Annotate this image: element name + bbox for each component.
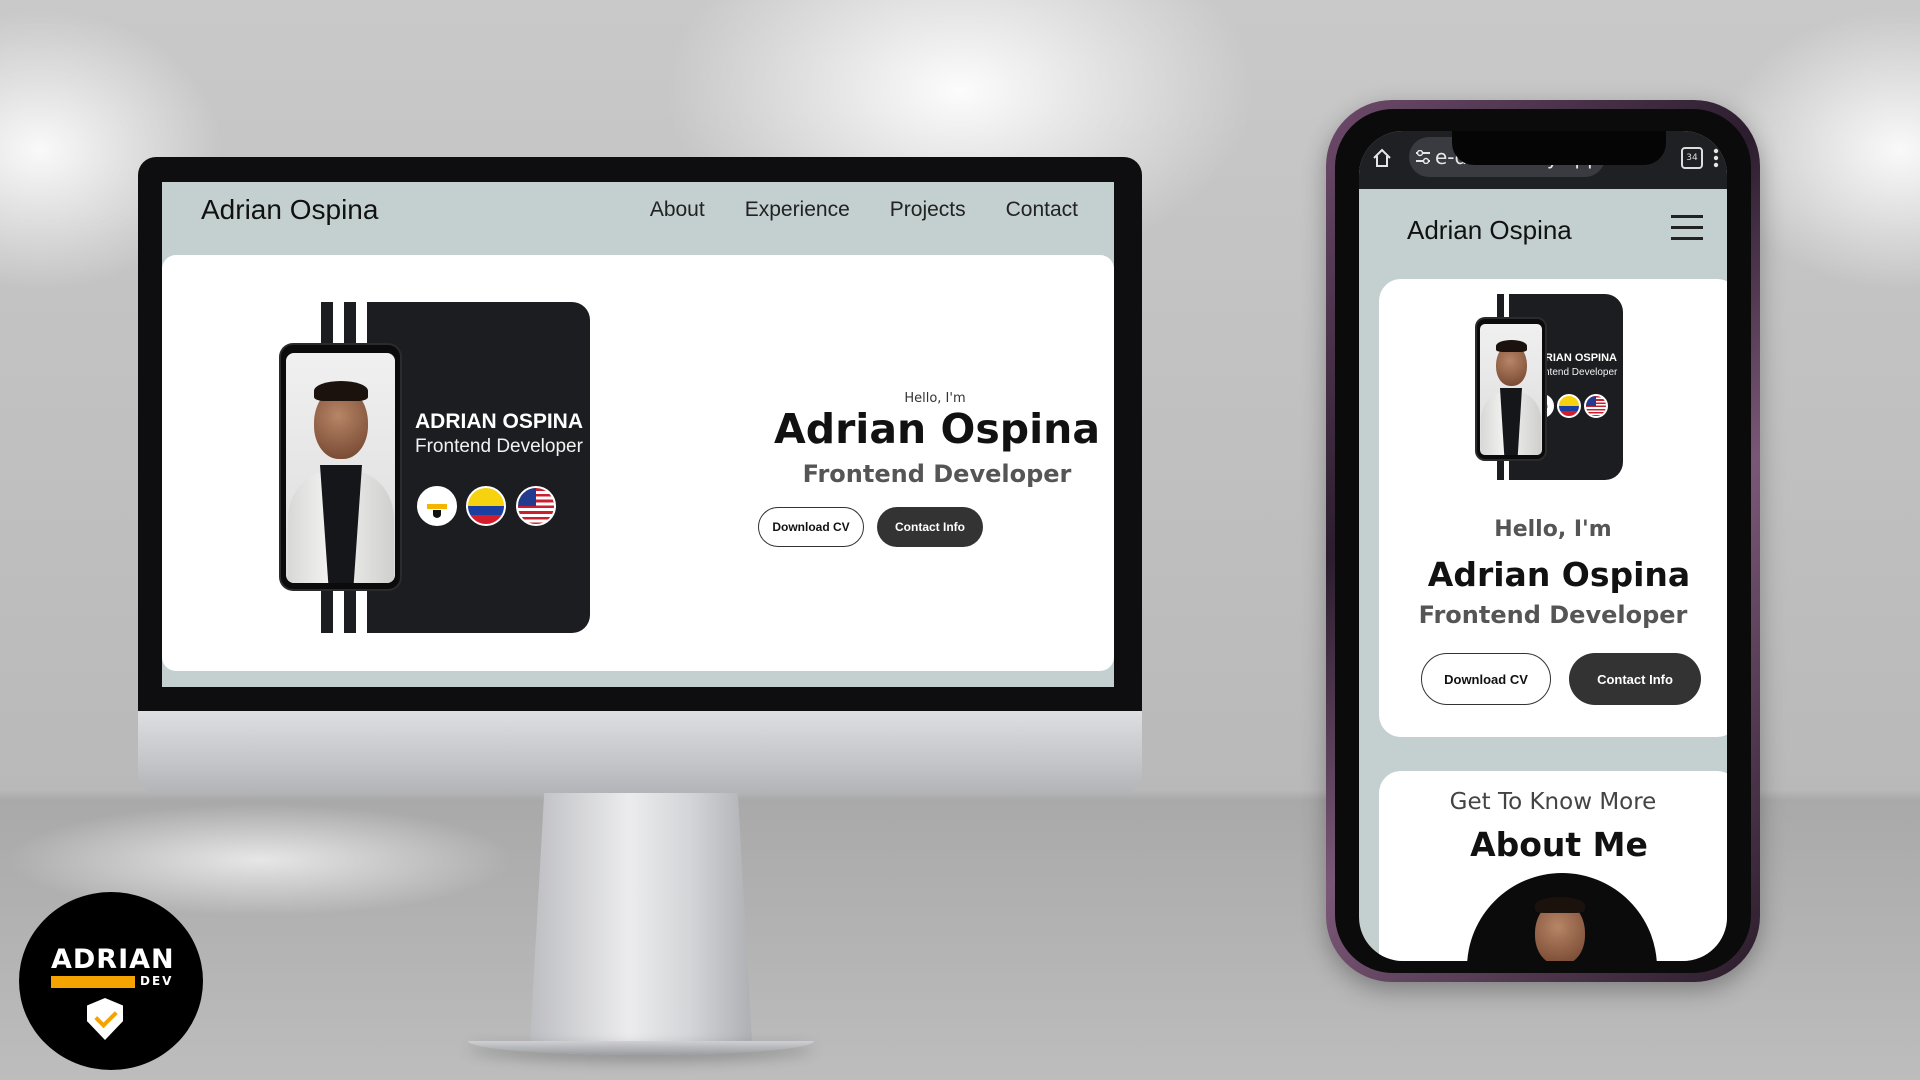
colombia-flag-icon bbox=[466, 486, 506, 526]
mobile-contact-info-button[interactable]: Contact Info bbox=[1569, 653, 1701, 705]
mobile-download-cv-button[interactable]: Download CV bbox=[1421, 653, 1551, 705]
mobile-site: e-dev.netlify.app 34 Adrian Ospina bbox=[1359, 131, 1727, 961]
more-icon[interactable] bbox=[1713, 147, 1719, 169]
hero-hello: Hello, I'm bbox=[904, 391, 966, 406]
monitor-chin bbox=[138, 711, 1142, 793]
desktop-monitor: Adrian Ospina About Experience Projects … bbox=[138, 157, 1142, 1055]
about-profile-image bbox=[1467, 873, 1657, 961]
site-settings-icon[interactable] bbox=[1415, 150, 1431, 164]
hero-title: Adrian Ospina bbox=[774, 405, 1100, 453]
hero-image-role: Frontend Developer bbox=[415, 436, 583, 457]
nav-link-about[interactable]: About bbox=[650, 198, 705, 222]
mobile-hero-title: Adrian Ospina bbox=[1427, 555, 1691, 594]
portrait-hair bbox=[1496, 340, 1527, 352]
logo-name: ADRIAN bbox=[51, 944, 175, 975]
adrian-dev-logo: ADRIAN DEV bbox=[19, 892, 203, 1070]
contact-info-button[interactable]: Contact Info bbox=[877, 507, 983, 547]
nav-link-contact[interactable]: Contact bbox=[1006, 198, 1078, 222]
desktop-site: Adrian Ospina About Experience Projects … bbox=[162, 182, 1114, 687]
mobile-hero-hello: Hello, I'm bbox=[1494, 517, 1612, 542]
desktop-navbar: Adrian Ospina About Experience Projects … bbox=[162, 182, 1114, 240]
mobile-browser-bar: e-dev.netlify.app 34 bbox=[1359, 131, 1727, 189]
colombia-flag-icon bbox=[1557, 394, 1581, 418]
usa-flag-icon bbox=[1584, 394, 1608, 418]
home-icon[interactable] bbox=[1371, 147, 1393, 169]
mobile-nav-brand[interactable]: Adrian Ospina bbox=[1407, 215, 1572, 246]
hero-phone-graphic bbox=[281, 345, 400, 589]
mobile-hero-section: ADRIAN OSPINA Frontend Developer Hello, … bbox=[1379, 279, 1727, 737]
tabs-icon[interactable]: 34 bbox=[1681, 147, 1703, 169]
portrait-hair bbox=[314, 381, 368, 401]
logo-suffix: DEV bbox=[140, 974, 174, 988]
about-subtitle: Get To Know More bbox=[1449, 789, 1657, 815]
monitor-stand-neck bbox=[529, 793, 753, 1047]
nav-links: About Experience Projects Contact bbox=[650, 198, 1078, 222]
about-title: About Me bbox=[1470, 825, 1648, 864]
mobile-hero-portrait bbox=[1480, 324, 1542, 455]
adrian-dev-badge-icon bbox=[417, 486, 457, 526]
monitor-stand-base bbox=[468, 1041, 814, 1055]
nav-link-experience[interactable]: Experience bbox=[745, 198, 850, 222]
hero-profile-image: ADRIAN OSPINA Frontend Developer bbox=[367, 302, 590, 633]
phone-notch bbox=[1452, 131, 1666, 165]
mobile-hero-phone-graphic bbox=[1477, 319, 1545, 459]
usa-flag-icon bbox=[516, 486, 556, 526]
hero-portrait bbox=[286, 353, 395, 583]
mobile-phone: e-dev.netlify.app 34 Adrian Ospina bbox=[1326, 100, 1760, 982]
portrait-hair bbox=[1535, 897, 1585, 913]
hamburger-menu-icon[interactable] bbox=[1671, 215, 1703, 241]
download-cv-button[interactable]: Download CV bbox=[758, 507, 864, 547]
hero-section: ADRIAN OSPINA Frontend Developer Hello, … bbox=[162, 255, 1114, 671]
nav-brand[interactable]: Adrian Ospina bbox=[201, 194, 378, 226]
mobile-hero-role: Frontend Developer bbox=[1418, 601, 1688, 629]
hero-image-name: ADRIAN OSPINA bbox=[415, 410, 584, 433]
about-section: Get To Know More About Me bbox=[1379, 771, 1727, 961]
nav-link-projects[interactable]: Projects bbox=[890, 198, 966, 222]
logo-accent-bar bbox=[51, 976, 135, 988]
phone-bezel: e-dev.netlify.app 34 Adrian Ospina bbox=[1335, 109, 1751, 973]
hero-role: Frontend Developer bbox=[802, 460, 1072, 488]
